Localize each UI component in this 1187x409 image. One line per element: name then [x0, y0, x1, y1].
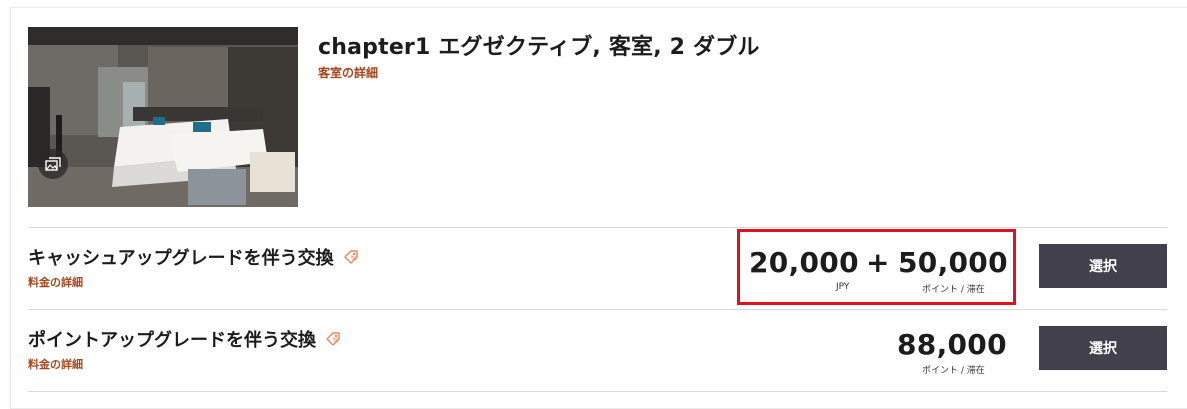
rate-title-text: キャッシュアップグレードを伴う交換 — [28, 248, 334, 269]
select-button[interactable]: 選択 — [1039, 326, 1167, 370]
room-photo-image — [28, 27, 298, 207]
svg-text:%: % — [333, 337, 339, 344]
room-photo[interactable] — [28, 27, 298, 207]
divider — [28, 391, 1167, 392]
tag-icon[interactable]: % — [324, 330, 342, 348]
rate-title-cash-upgrade: キャッシュアップグレードを伴う交換 % — [28, 244, 360, 270]
svg-text:%: % — [350, 255, 356, 262]
room-title: chapter1 エグゼクティブ, 客室, 2 ダブル — [318, 35, 760, 60]
rate-title-text: ポイントアップグレードを伴う交換 — [28, 330, 316, 351]
points-unit: ポイント / 滞在 — [922, 366, 985, 376]
rate-details-link[interactable]: 料金の詳細 — [28, 356, 83, 372]
tag-icon[interactable]: % — [342, 248, 360, 266]
room-details-link[interactable]: 客室の詳細 — [318, 64, 378, 81]
rate-title-points-upgrade: ポイントアップグレードを伴う交換 % — [28, 326, 342, 352]
divider — [28, 309, 1167, 310]
gallery-icon — [45, 157, 61, 171]
gallery-badge[interactable] — [38, 149, 68, 179]
points-amount: 88,000 — [897, 328, 1007, 361]
select-button[interactable]: 選択 — [1039, 244, 1167, 288]
divider — [28, 227, 1167, 228]
rate-details-link[interactable]: 料金の詳細 — [28, 274, 83, 290]
price-highlight-box — [737, 229, 1016, 305]
